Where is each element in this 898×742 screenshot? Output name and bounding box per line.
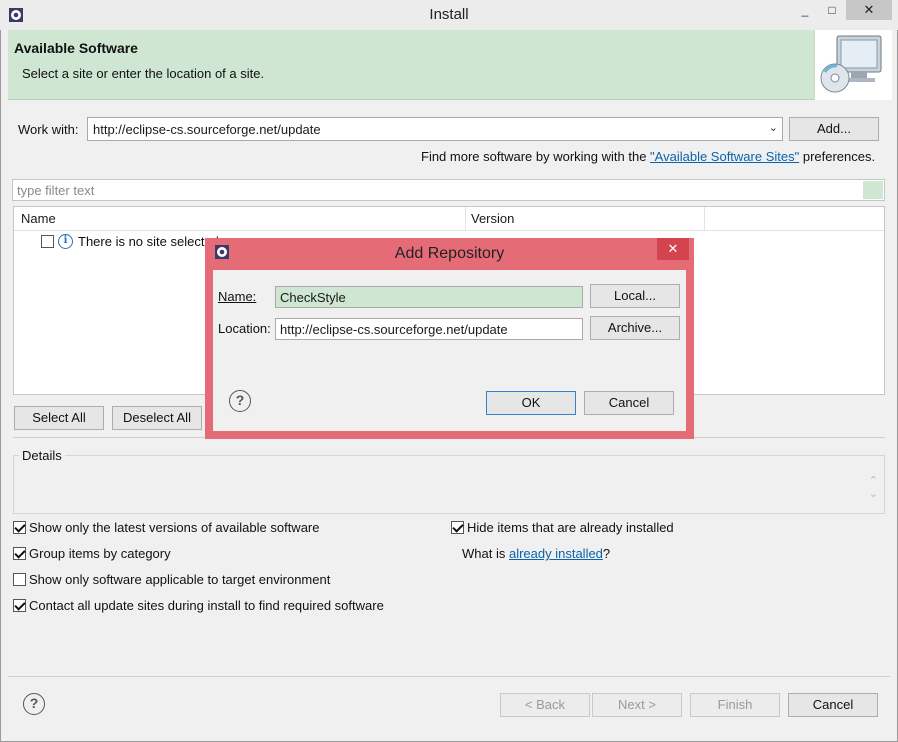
banner-title: Available Software bbox=[14, 40, 138, 56]
location-label: Location: bbox=[218, 321, 271, 336]
what-is-prefix: What is bbox=[462, 546, 509, 561]
filter-placeholder: type filter text bbox=[17, 183, 95, 198]
option-applicable-only[interactable]: Show only software applicable to target … bbox=[13, 572, 353, 590]
hide-installed-checkbox[interactable] bbox=[451, 521, 464, 534]
find-more-text: Find more software by working with the "… bbox=[421, 149, 875, 164]
dialog-close-button[interactable]: ✕ bbox=[657, 238, 689, 260]
banner-subtitle: Select a site or enter the location of a… bbox=[22, 66, 265, 81]
details-pane: ⌃ ⌄ bbox=[13, 455, 885, 514]
available-software-sites-link[interactable]: "Available Software Sites" bbox=[650, 149, 799, 164]
archive-button[interactable]: Archive... bbox=[590, 316, 680, 340]
window-title: Install bbox=[429, 6, 469, 23]
dialog-body: Name: CheckStyle Local... Location: http… bbox=[213, 270, 686, 431]
work-with-value: http://eclipse-cs.sourceforge.net/update bbox=[93, 122, 321, 137]
name-field[interactable]: CheckStyle bbox=[275, 286, 583, 308]
show-latest-label: Show only the latest versions of availab… bbox=[29, 520, 320, 535]
option-contact-sites[interactable]: Contact all update sites during install … bbox=[13, 598, 413, 616]
option-show-latest[interactable]: Show only the latest versions of availab… bbox=[13, 520, 353, 538]
deselect-all-button[interactable]: Deselect All bbox=[112, 406, 202, 430]
cancel-button[interactable]: Cancel bbox=[788, 693, 878, 717]
info-icon: i bbox=[58, 234, 73, 249]
find-more-prefix: Find more software by working with the bbox=[421, 149, 651, 164]
tree-row-checkbox[interactable] bbox=[41, 235, 54, 248]
name-label: Name: bbox=[218, 289, 257, 304]
contact-sites-checkbox[interactable] bbox=[13, 599, 26, 612]
option-group-by-category[interactable]: Group items by category bbox=[13, 546, 353, 564]
location-field[interactable]: http://eclipse-cs.sourceforge.net/update bbox=[275, 318, 583, 340]
column-divider[interactable] bbox=[465, 207, 466, 231]
footer-divider bbox=[8, 676, 890, 677]
dialog-cancel-button[interactable]: Cancel bbox=[584, 391, 674, 415]
dialog-title: Add Repository bbox=[394, 245, 505, 262]
header-banner bbox=[8, 30, 892, 100]
column-header-name[interactable]: Name bbox=[21, 211, 56, 226]
minimize-button[interactable]: _ bbox=[790, 0, 820, 20]
name-field-value: CheckStyle bbox=[280, 290, 346, 305]
scroll-arrows-icon[interactable]: ⌃ ⌄ bbox=[869, 474, 878, 500]
group-by-category-label: Group items by category bbox=[29, 546, 171, 561]
add-site-button[interactable]: Add... bbox=[789, 117, 879, 141]
applicable-only-checkbox[interactable] bbox=[13, 573, 26, 586]
filter-input[interactable]: type filter text bbox=[12, 179, 885, 201]
ok-button[interactable]: OK bbox=[486, 391, 576, 415]
add-repository-dialog: Add Repository ✕ Name: CheckStyle Local.… bbox=[205, 238, 694, 439]
contact-sites-label: Contact all update sites during install … bbox=[29, 598, 384, 613]
back-button[interactable]: < Back bbox=[500, 693, 590, 717]
close-window-button[interactable]: ✕ bbox=[846, 0, 892, 20]
chevron-down-icon[interactable]: ⌄ bbox=[769, 121, 778, 134]
help-icon[interactable]: ? bbox=[23, 693, 45, 715]
option-hide-installed[interactable]: Hide items that are already installed bbox=[451, 520, 711, 538]
already-installed-link[interactable]: already installed bbox=[509, 546, 603, 561]
find-more-suffix: preferences. bbox=[799, 149, 876, 164]
monitor-cd-icon bbox=[814, 30, 892, 100]
location-field-value: http://eclipse-cs.sourceforge.net/update bbox=[280, 322, 508, 337]
work-with-label: Work with: bbox=[18, 122, 79, 137]
local-button[interactable]: Local... bbox=[590, 284, 680, 308]
what-is-suffix: ? bbox=[602, 546, 611, 561]
maximize-button[interactable]: □ bbox=[818, 0, 846, 20]
show-latest-checkbox[interactable] bbox=[13, 521, 26, 534]
next-button[interactable]: Next > bbox=[592, 693, 682, 717]
tree-row-text: There is no site selected. bbox=[78, 234, 223, 249]
clear-filter-icon[interactable] bbox=[863, 181, 883, 199]
group-by-category-checkbox[interactable] bbox=[13, 547, 26, 560]
hide-installed-label: Hide items that are already installed bbox=[467, 520, 674, 535]
finish-button[interactable]: Finish bbox=[690, 693, 780, 717]
help-icon[interactable]: ? bbox=[229, 390, 251, 412]
details-label: Details bbox=[19, 448, 65, 463]
work-with-combo[interactable]: http://eclipse-cs.sourceforge.net/update… bbox=[87, 117, 783, 141]
tree-header: Name Version bbox=[14, 207, 884, 231]
applicable-only-label: Show only software applicable to target … bbox=[29, 572, 331, 587]
column-divider[interactable] bbox=[704, 207, 705, 231]
column-header-version[interactable]: Version bbox=[471, 211, 514, 226]
select-all-button[interactable]: Select All bbox=[14, 406, 104, 430]
what-is-installed-text: What is already installed? bbox=[462, 546, 610, 561]
